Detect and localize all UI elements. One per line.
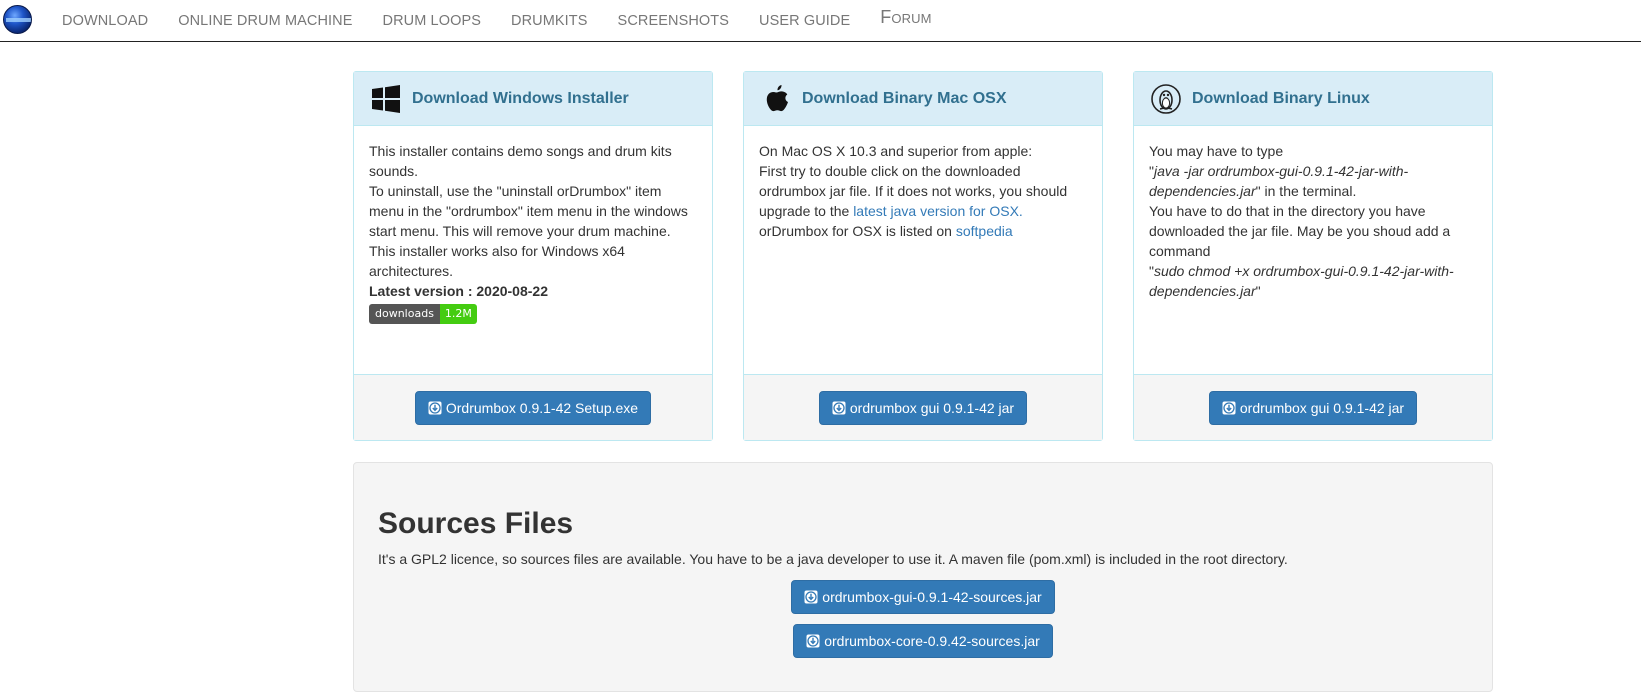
windows-setup-download-button[interactable]: Ordrumbox 0.9.1-42 Setup.exe — [414, 390, 652, 425]
sources-files-section: Sources Files It's a GPL2 licence, so so… — [353, 462, 1493, 692]
mac-desc-line-2: First try to double click on the downloa… — [759, 161, 1087, 221]
linux-desc-line-1: You may have to type — [1149, 143, 1284, 159]
nav-download[interactable]: Download — [47, 13, 163, 29]
apple-icon — [759, 82, 793, 116]
nav-drumkits[interactable]: Drumkits — [496, 13, 603, 29]
sources-description: It's a GPL2 licence, so sources files ar… — [378, 551, 1288, 567]
nav-screenshots[interactable]: Screenshots — [603, 13, 744, 29]
button-label: ordrumbox-core-0.9.42-sources.jar — [824, 633, 1040, 649]
panel-body: On Mac OS X 10.3 and superior from apple… — [744, 126, 1102, 376]
mac-desc-line-3: orDrumbox for OSX is listed on softpedia — [759, 221, 1087, 241]
panel-body: You may have to type "java -jar ordrumbo… — [1134, 126, 1492, 376]
windows-desc-line-2: To uninstall, use the "uninstall orDrumb… — [369, 183, 688, 239]
button-label: ordrumbox gui 0.9.1-42 jar — [1239, 399, 1405, 416]
softpedia-link[interactable]: softpedia — [956, 223, 1013, 239]
gui-sources-download-button[interactable]: ordrumbox-gui-0.9.1-42-sources.jar — [791, 580, 1055, 614]
linux-binary-title-link[interactable]: Download Binary Linux — [1192, 90, 1370, 108]
panel-heading: Download Binary Linux — [1134, 72, 1492, 126]
nav-user-guide[interactable]: User Guide — [744, 13, 865, 29]
nav-menu: Download Online Drum Machine Drum Loops … — [47, 0, 947, 41]
button-label: Ordrumbox 0.9.1-42 Setup.exe — [445, 399, 639, 416]
linux-download-panel: Download Binary Linux You may have to ty… — [1133, 71, 1493, 441]
sources-button-row-1: ordrumbox-gui-0.9.1-42-sources.jar — [354, 580, 1492, 614]
badge-count: 1.2M — [439, 304, 477, 324]
panel-footer: ordrumbox gui 0.9.1-42 jar — [744, 374, 1102, 440]
download-icon — [1222, 401, 1236, 415]
windows-download-panel: Download Windows Installer This installe… — [353, 71, 713, 441]
download-icon — [428, 401, 442, 415]
latest-java-link[interactable]: latest java version for OSX. — [853, 203, 1023, 219]
ordrumbox-logo-icon[interactable] — [3, 5, 32, 34]
nav-forum[interactable]: Forum — [865, 7, 946, 28]
core-sources-download-button[interactable]: ordrumbox-core-0.9.42-sources.jar — [793, 624, 1053, 658]
panel-heading: Download Windows Installer — [354, 72, 712, 126]
linux-desc-line-2: "java -jar ordrumbox-gui-0.9.1-42-jar-wi… — [1149, 163, 1409, 199]
sources-button-row-2: ordrumbox-core-0.9.42-sources.jar — [354, 624, 1492, 658]
panel-footer: Ordrumbox 0.9.1-42 Setup.exe — [354, 374, 712, 440]
download-icon — [806, 634, 820, 648]
linux-desc-line-4: "sudo chmod +x ordrumbox-gui-0.9.1-42-ja… — [1149, 263, 1454, 299]
button-label: ordrumbox-gui-0.9.1-42-sources.jar — [822, 589, 1042, 605]
mac-desc-line-1: On Mac OS X 10.3 and superior from apple… — [759, 143, 1033, 159]
mac-jar-download-button[interactable]: ordrumbox gui 0.9.1-42 jar — [818, 390, 1028, 425]
download-icon — [804, 590, 818, 604]
downloads-badge: downloads 1.2M — [369, 304, 477, 324]
nav-drum-loops[interactable]: Drum Loops — [368, 13, 497, 29]
panel-footer: ordrumbox gui 0.9.1-42 jar — [1134, 374, 1492, 440]
windows-icon — [369, 82, 403, 116]
download-icon — [832, 401, 846, 415]
mac-softpedia-text: orDrumbox for OSX is listed on — [759, 223, 956, 239]
top-navbar: Download Online Drum Machine Drum Loops … — [0, 0, 1641, 42]
windows-desc-line-1: This installer contains demo songs and d… — [369, 143, 672, 179]
button-label: ordrumbox gui 0.9.1-42 jar — [849, 399, 1015, 416]
chmod-command-text: sudo chmod +x ordrumbox-gui-0.9.1-42-jar… — [1149, 263, 1454, 299]
panel-body: This installer contains demo songs and d… — [354, 126, 712, 376]
badge-label: downloads — [369, 304, 440, 324]
linux-jar-download-button[interactable]: ordrumbox gui 0.9.1-42 jar — [1208, 390, 1418, 425]
mac-download-panel: Download Binary Mac OSX On Mac OS X 10.3… — [743, 71, 1103, 441]
panel-heading: Download Binary Mac OSX — [744, 72, 1102, 126]
nav-online-drum-machine[interactable]: Online Drum Machine — [163, 13, 367, 29]
sources-files-heading: Sources Files — [378, 507, 574, 540]
mac-binary-title-link[interactable]: Download Binary Mac OSX — [802, 90, 1006, 108]
tux-icon — [1149, 82, 1183, 116]
windows-installer-title-link[interactable]: Download Windows Installer — [412, 90, 629, 108]
linux-desc-line-3: You have to do that in the directory you… — [1149, 203, 1451, 259]
latest-version-text: Latest version : 2020-08-22 — [369, 283, 548, 299]
terminal-text: in the terminal. — [1260, 183, 1357, 199]
windows-desc-line-3: This installer works also for Windows x6… — [369, 243, 625, 279]
